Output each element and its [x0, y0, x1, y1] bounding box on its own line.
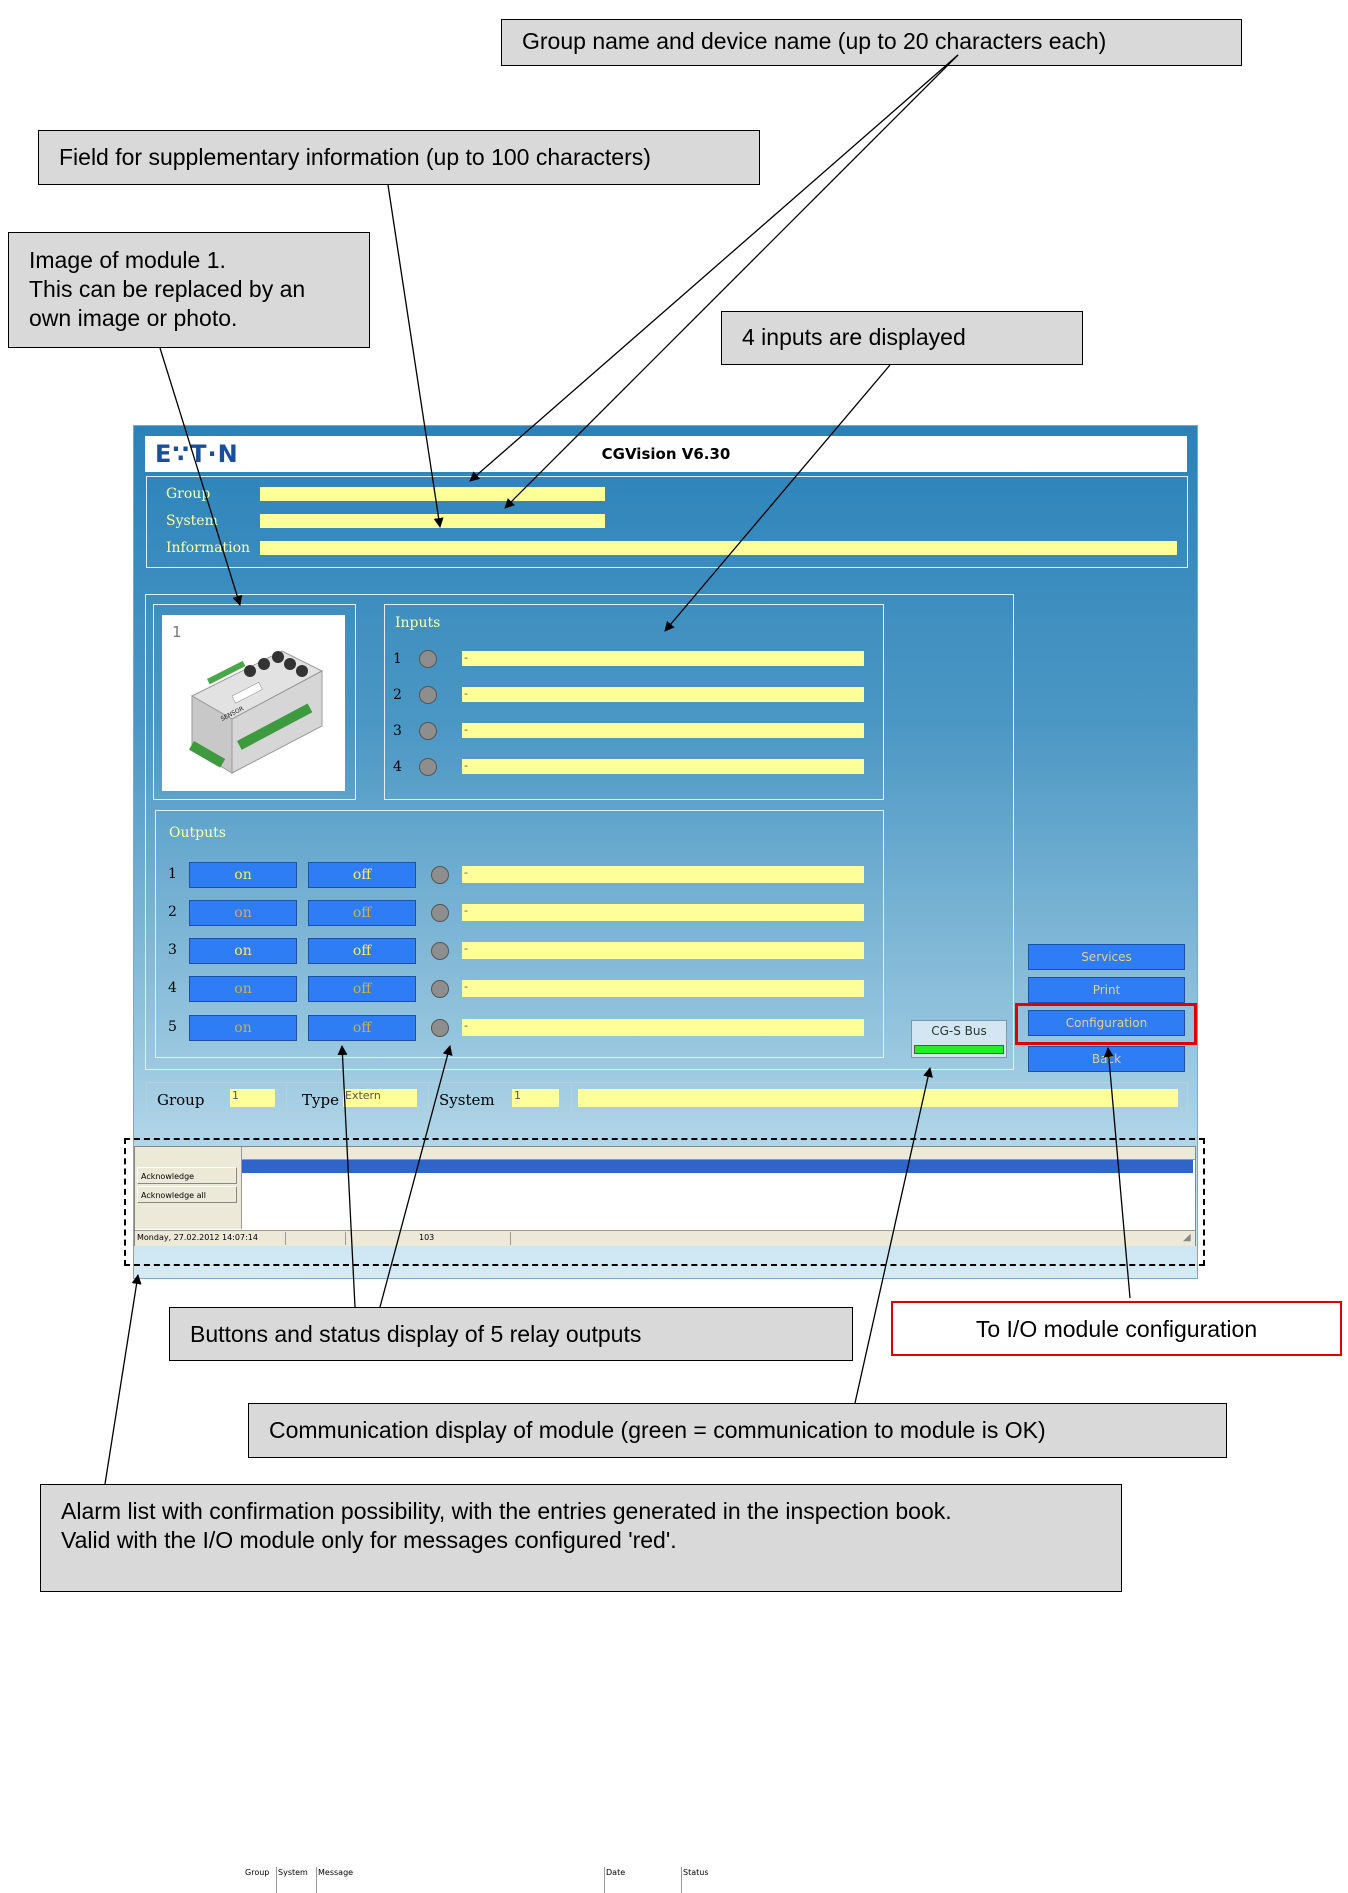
alarm-column-divider	[681, 1867, 682, 1893]
arrow-module-image	[159, 347, 243, 606]
arrow-config	[1103, 1047, 1131, 1299]
arrow-device-name	[504, 54, 959, 509]
alarm-column-header[interactable]: System	[278, 1868, 308, 1877]
arrow-group-name	[469, 54, 959, 482]
alarm-column-header[interactable]: Date	[606, 1868, 625, 1877]
alarm-column-header[interactable]: Group	[245, 1868, 269, 1877]
alarm-column-header[interactable]: Status	[683, 1868, 709, 1877]
alarm-column-header[interactable]: Message	[318, 1868, 353, 1877]
arrow-relay-buttons	[337, 1045, 356, 1308]
arrow-relay-status	[379, 1045, 453, 1308]
arrow-supplementary	[387, 184, 444, 528]
alarm-column-divider	[316, 1867, 317, 1893]
annotation-arrows	[104, 54, 1131, 1485]
arrow-alarm	[104, 1274, 142, 1485]
arrow-inputs	[664, 364, 891, 632]
alarm-column-divider	[604, 1867, 605, 1893]
arrow-comm	[854, 1067, 933, 1404]
alarm-column-divider	[276, 1867, 277, 1893]
